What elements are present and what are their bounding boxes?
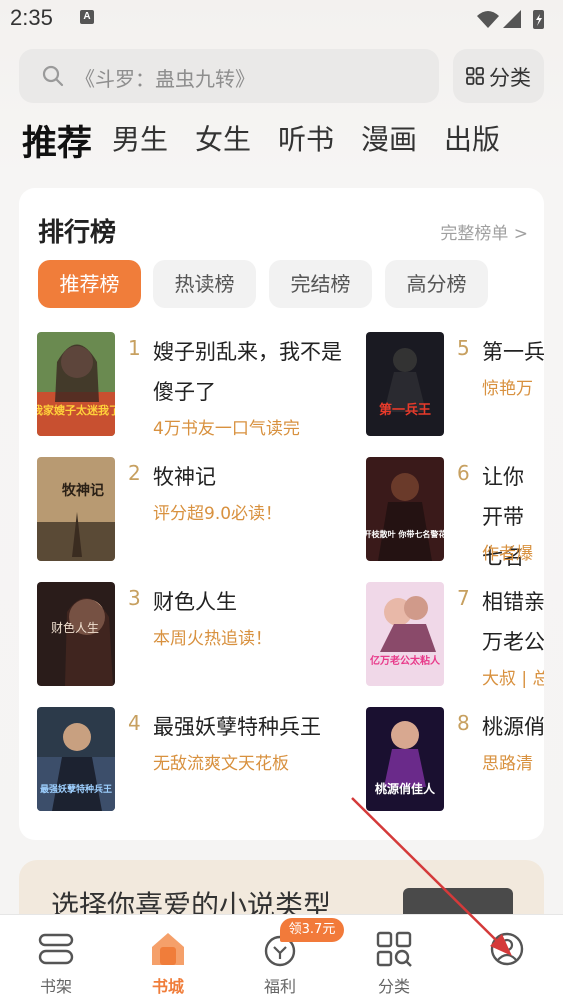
status-icons <box>477 10 544 29</box>
book-tag: 评分超9.0必读！ <box>153 504 283 524</box>
tab-comic[interactable]: 漫画 <box>361 118 417 158</box>
tab-female[interactable]: 女生 <box>195 118 251 158</box>
ranking-tab-hot[interactable]: 热读榜 <box>153 260 256 308</box>
svg-text:让你开枝散叶 你带七名警花逃婚: 让你开枝散叶 你带七名警花逃婚 <box>366 529 444 539</box>
rank-number: 2 <box>128 461 141 485</box>
nav-category[interactable]: 分类 <box>338 915 450 1003</box>
book-tag: 4万书友一口气读完 <box>153 419 300 439</box>
nav-profile[interactable] <box>451 915 563 1003</box>
book-title: 最强妖孽特种兵王 <box>153 715 321 739</box>
nav-label: 分类 <box>377 977 410 996</box>
book-tag: 无敌流爽文天花板 <box>153 754 289 774</box>
book-cover: 牧神记 <box>37 457 115 561</box>
notification-a-icon: A <box>80 10 94 24</box>
search-placeholder: 《斗罗：蛊虫九转》 <box>75 67 255 91</box>
nav-label: 书架 <box>39 977 72 996</box>
ranking-book-5[interactable]: 第一兵王 5 第一兵 惊艳万 <box>366 332 544 442</box>
book-cover: 桃源俏佳人 <box>366 707 444 811</box>
nav-bookshelf[interactable]: 书架 <box>0 915 112 1003</box>
book-cover: 第一兵王 <box>366 332 444 436</box>
ranking-tab-recommend[interactable]: 推荐榜 <box>38 260 141 308</box>
book-tag: 思路清 <box>482 754 533 774</box>
svg-text:牧神记: 牧神记 <box>62 482 104 499</box>
rank-number: 5 <box>457 336 470 360</box>
rank-number: 1 <box>128 336 141 360</box>
search-icon <box>42 65 64 87</box>
welfare-badge: 领3.7元 <box>280 918 344 942</box>
ranking-more-link[interactable]: 完整榜单 > <box>440 219 528 244</box>
profile-icon <box>490 932 524 966</box>
rank-number: 8 <box>457 711 470 735</box>
category-button-label: 分类 <box>489 66 531 90</box>
ranking-card: 排行榜 完整榜单 > 推荐榜 热读榜 完结榜 高分榜 我家嫂子太迷我了 1 嫂子… <box>19 188 544 840</box>
ranking-tab-highscore[interactable]: 高分榜 <box>385 260 488 308</box>
book-tag: 本周火热追读！ <box>153 629 272 649</box>
book-title: 牧神记 <box>153 465 216 489</box>
nav-bookstore[interactable]: 书城 <box>112 915 224 1003</box>
book-cover: 我家嫂子太迷我了 <box>37 332 115 436</box>
ranking-book-3[interactable]: 财色人生 3 财色人生 本周火热追读！ <box>37 582 347 692</box>
ranking-book-2[interactable]: 牧神记 2 牧神记 评分超9.0必读！ <box>37 457 347 567</box>
book-tag: 大叔 | 总 <box>482 669 544 689</box>
status-time: 2:35 <box>10 5 53 30</box>
rank-number: 3 <box>128 586 141 610</box>
status-bar: 2:35 A <box>0 0 563 40</box>
category-button[interactable]: 分类 <box>453 49 544 103</box>
rank-number: 7 <box>457 586 470 610</box>
ranking-book-7[interactable]: 亿万老公太粘人 7 相错亲万老公 大叔 | 总 <box>366 582 544 692</box>
book-title: 桃源俏 <box>482 715 544 739</box>
svg-text:第一兵王: 第一兵王 <box>379 402 431 418</box>
category-grid-icon <box>376 931 412 967</box>
book-cover: 让你开枝散叶 你带七名警花逃婚 <box>366 457 444 561</box>
ranking-book-1[interactable]: 我家嫂子太迷我了 1 嫂子别乱来，我不是傻子了 4万书友一口气读完 <box>37 332 347 442</box>
tab-audiobook[interactable]: 听书 <box>278 118 334 158</box>
tab-publish[interactable]: 出版 <box>444 118 500 158</box>
book-tag: 惊艳万 <box>482 379 533 399</box>
rank-number: 6 <box>457 461 470 485</box>
book-title: 财色人生 <box>153 590 237 614</box>
book-title: 第一兵 <box>482 340 544 364</box>
book-cover: 财色人生 <box>37 582 115 686</box>
home-store-icon <box>152 933 184 965</box>
book-cover: 最强妖孽特种兵王 <box>37 707 115 811</box>
rank-number: 4 <box>128 711 141 735</box>
book-cover: 亿万老公太粘人 <box>366 582 444 686</box>
ranking-book-4[interactable]: 最强妖孽特种兵王 4 最强妖孽特种兵王 无敌流爽文天花板 <box>37 707 347 817</box>
bookshelf-icon <box>38 933 74 965</box>
svg-text:亿万老公太粘人: 亿万老公太粘人 <box>370 654 441 667</box>
svg-text:我家嫂子太迷我了: 我家嫂子太迷我了 <box>37 403 115 417</box>
book-tag: 作者爆 <box>482 544 533 564</box>
book-title: 相错亲万老公 <box>482 590 544 654</box>
ranking-book-8[interactable]: 桃源俏佳人 8 桃源俏 思路清 <box>366 707 544 817</box>
svg-text:财色人生: 财色人生 <box>51 621 99 635</box>
svg-text:桃源俏佳人: 桃源俏佳人 <box>375 781 436 796</box>
svg-text:最强妖孽特种兵王: 最强妖孽特种兵王 <box>40 783 112 795</box>
ranking-tab-finished[interactable]: 完结榜 <box>269 260 372 308</box>
search-input[interactable]: 《斗罗：蛊虫九转》 <box>19 49 439 103</box>
ranking-book-6[interactable]: 让你开枝散叶 你带七名警花逃婚 6 让你开带七名 作者爆 <box>366 457 544 569</box>
nav-label: 福利 <box>263 977 296 996</box>
wifi-icon <box>477 11 499 28</box>
nav-label: 书城 <box>151 977 184 996</box>
tab-recommend[interactable]: 推荐 <box>22 115 92 166</box>
tab-male[interactable]: 男生 <box>112 118 168 158</box>
signal-icon <box>503 10 521 28</box>
book-title: 嫂子别乱来，我不是傻子了 <box>153 340 342 404</box>
grid-icon <box>466 67 484 85</box>
ranking-title: 排行榜 <box>38 218 117 248</box>
